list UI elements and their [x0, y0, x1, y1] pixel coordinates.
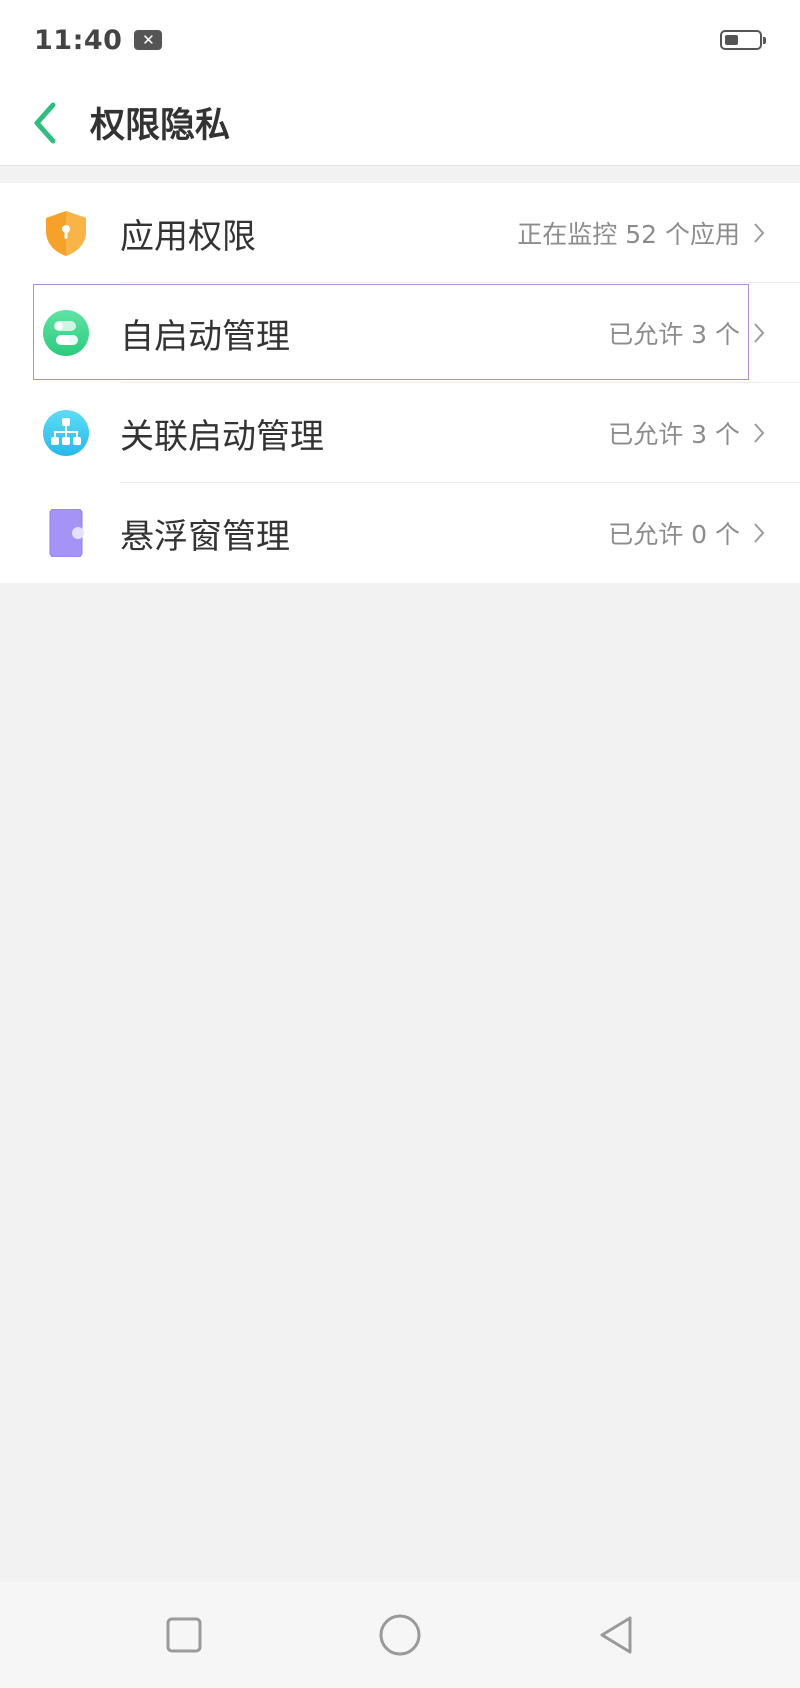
network-tree-icon: [42, 409, 90, 457]
title-bar: 权限隐私: [0, 80, 800, 166]
chevron-right-icon: [752, 521, 766, 545]
screen: 11:40 ✕ 权限隐私 应用权限 正在监控 52 个应用 自启动管理 已允许 …: [0, 0, 800, 1688]
item-label: 关联启动管理: [120, 416, 324, 457]
item-label: 应用权限: [120, 216, 256, 257]
item-value: 已允许 0 个: [608, 520, 740, 549]
list-item-app-permissions[interactable]: 应用权限 正在监控 52 个应用: [0, 183, 800, 283]
toggle-switch-icon: [42, 309, 90, 357]
list-item-floating-window[interactable]: 悬浮窗管理 已允许 0 个: [0, 483, 800, 583]
item-value: 已允许 3 个: [608, 320, 740, 349]
list-item-associated-start[interactable]: 关联启动管理 已允许 3 个: [0, 383, 800, 483]
chevron-right-icon: [752, 221, 766, 245]
notification-icon: ✕: [134, 30, 163, 50]
navigation-bar: [0, 1582, 800, 1688]
item-label: 自启动管理: [120, 316, 290, 357]
back-nav-button[interactable]: [592, 1611, 640, 1659]
status-time: 11:40: [34, 24, 123, 56]
home-button[interactable]: [376, 1611, 424, 1659]
back-button[interactable]: [0, 80, 90, 166]
triangle-back-icon: [600, 1616, 632, 1654]
list-item-autostart[interactable]: 自启动管理 已允许 3 个: [0, 283, 800, 383]
square-icon: [166, 1617, 202, 1653]
chevron-right-icon: [752, 421, 766, 445]
permission-list: 应用权限 正在监控 52 个应用 自启动管理 已允许 3 个 关联启动管理 已允…: [0, 183, 800, 583]
item-value: 正在监控 52 个应用: [517, 220, 740, 249]
circle-icon: [379, 1614, 421, 1656]
back-arrow-icon: [34, 102, 56, 143]
floating-window-icon: [42, 509, 90, 557]
chevron-right-icon: [752, 321, 766, 345]
shield-lock-icon: [42, 209, 90, 257]
battery-icon: [720, 30, 766, 50]
page-title: 权限隐私: [90, 106, 231, 146]
item-label: 悬浮窗管理: [120, 516, 290, 557]
item-value: 已允许 3 个: [608, 420, 740, 449]
battery-level: [725, 35, 738, 45]
recents-button[interactable]: [160, 1611, 208, 1659]
status-bar: 11:40 ✕: [0, 0, 800, 80]
